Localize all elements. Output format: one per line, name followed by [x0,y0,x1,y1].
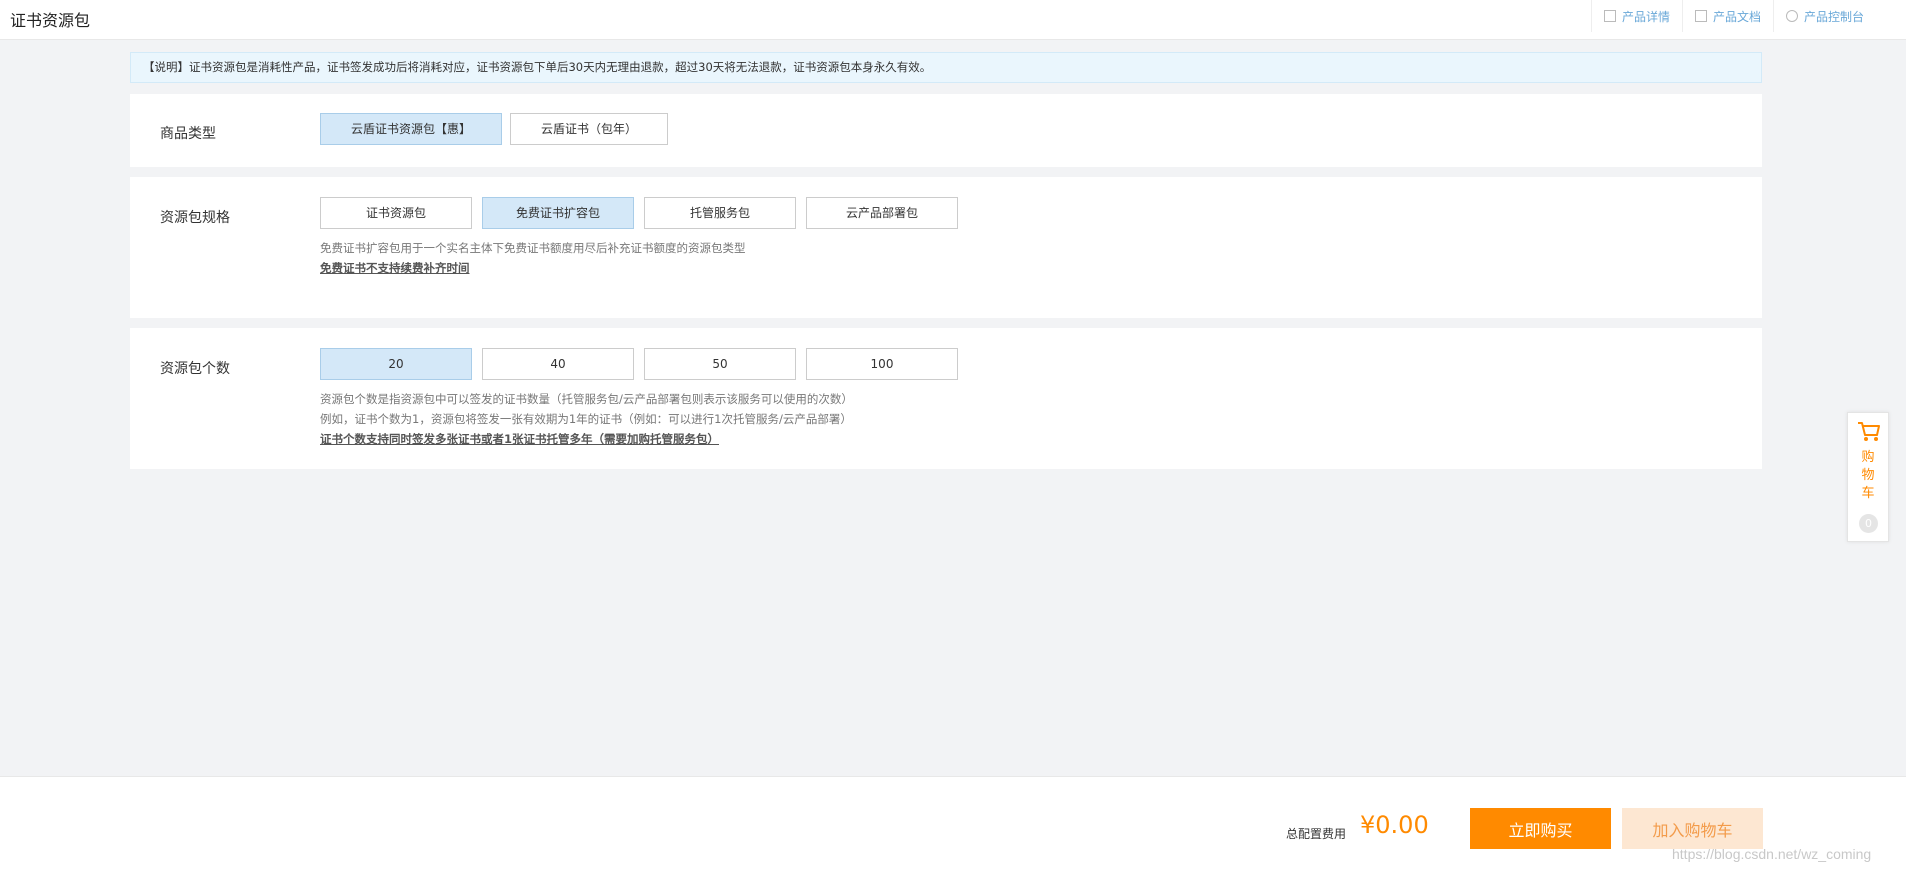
package-count-description-2: 例如，证书个数为1，资源包将签发一张有效期为1年的证书（例如：可以进行1次托管服… [320,412,852,426]
bottom-bar: 总配置费用 ¥0.00 立即购买 加入购物车 [0,776,1906,873]
package-spec-label: 资源包规格 [160,210,230,226]
package-count-note-wrap: 证书个数支持同时签发多张证书或者1张证书托管多年（需要加购托管服务包） [320,429,719,449]
package-count-label: 资源包个数 [160,361,230,377]
product-detail-link-label: 产品详情 [1621,9,1670,24]
package-spec-note-link[interactable]: 免费证书不支持续费补齐时间 [320,261,470,275]
product-type-option-cert-package[interactable]: 云盾证书资源包【惠】 [320,113,502,145]
floating-cart-label: 购物车 [1861,450,1875,501]
buy-now-button[interactable]: 立即购买 [1470,808,1611,849]
page-title: 证书资源包 [10,11,91,30]
cart-count-badge: 0 [1859,514,1878,533]
spec-option-hosting-service[interactable]: 托管服务包 [644,197,796,229]
document-icon [1603,10,1616,22]
spec-option-cert-package[interactable]: 证书资源包 [320,197,472,229]
notice-banner: 【说明】证书资源包是消耗性产品，证书签发成功后将消耗对应，证书资源包下单后30天… [130,52,1762,83]
product-console-link-label: 产品控制台 [1803,9,1864,24]
cart-icon [1858,422,1880,441]
package-count-panel: 资源包个数 20 40 50 100 资源包个数是指资源包中可以签发的证书数量（… [130,328,1762,469]
package-spec-panel: 资源包规格 证书资源包 免费证书扩容包 托管服务包 云产品部署包 免费证书扩容包… [130,177,1762,318]
product-type-label: 商品类型 [160,126,216,142]
spec-option-cloud-deploy[interactable]: 云产品部署包 [806,197,958,229]
top-links: 产品详情 产品文档 产品控制台 [1590,0,1876,32]
product-detail-link[interactable]: 产品详情 [1590,0,1682,32]
count-option-20[interactable]: 20 [320,348,472,380]
watermark: https://blog.csdn.net/wz_coming [1672,846,1872,862]
add-to-cart-button[interactable]: 加入购物车 [1622,808,1763,849]
package-count-description-1: 资源包个数是指资源包中可以签发的证书数量（托管服务包/云产品部署包则表示该服务可… [320,392,853,406]
gear-icon [1785,10,1798,22]
spec-option-free-expansion[interactable]: 免费证书扩容包 [482,197,634,229]
product-docs-link-label: 产品文档 [1712,9,1761,24]
product-docs-link[interactable]: 产品文档 [1681,0,1773,32]
total-cost-label: 总配置费用 [1286,827,1347,841]
document-icon [1694,10,1707,22]
package-spec-note-wrap: 免费证书不支持续费补齐时间 [320,258,470,278]
count-option-100[interactable]: 100 [806,348,958,380]
top-bar: 证书资源包 产品详情 产品文档 产品控制台 [0,0,1906,40]
package-spec-description: 免费证书扩容包用于一个实名主体下免费证书额度用尽后补充证书额度的资源包类型 [320,241,746,255]
product-console-link[interactable]: 产品控制台 [1772,0,1876,32]
total-cost-value: ¥0.00 [1360,811,1429,839]
package-count-note-link[interactable]: 证书个数支持同时签发多张证书或者1张证书托管多年（需要加购托管服务包） [320,432,719,446]
count-option-40[interactable]: 40 [482,348,634,380]
product-type-panel: 商品类型 云盾证书资源包【惠】 云盾证书（包年） [130,94,1762,167]
floating-cart[interactable]: 购物车 0 [1847,412,1889,542]
product-type-option-cert-yearly[interactable]: 云盾证书（包年） [510,113,668,145]
count-option-50[interactable]: 50 [644,348,796,380]
